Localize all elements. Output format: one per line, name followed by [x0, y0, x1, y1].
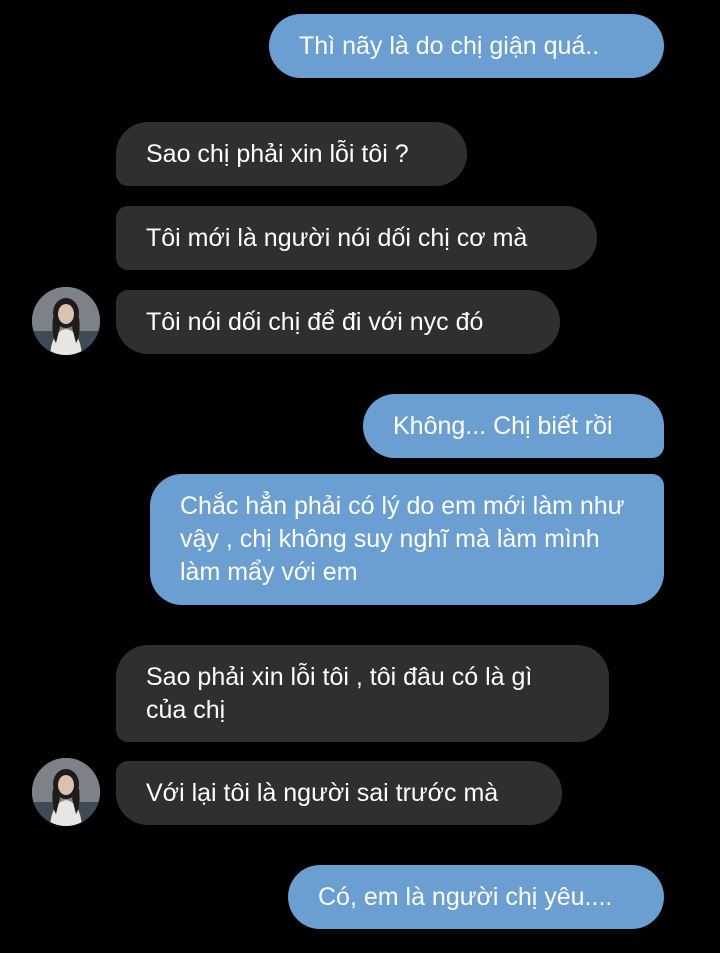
incoming-message[interactable]: Với lại tôi là người sai trước mà: [116, 761, 562, 825]
incoming-message[interactable]: Tôi mới là người nói dối chị cơ mà: [116, 206, 597, 270]
outgoing-message[interactable]: Chắc hẳn phải có lý do em mới làm như vậ…: [150, 474, 664, 605]
incoming-message[interactable]: Sao chị phải xin lỗi tôi ?: [116, 122, 467, 186]
outgoing-message[interactable]: Không... Chị biết rồi: [363, 394, 664, 458]
outgoing-message[interactable]: Có, em là người chị yêu....: [288, 865, 664, 929]
avatar-photo-icon: [32, 287, 100, 355]
outgoing-message[interactable]: Thì nãy là do chị giận quá..: [269, 14, 664, 78]
incoming-message[interactable]: Sao phải xin lỗi tôi , tôi đâu có là gì …: [116, 645, 609, 742]
contact-avatar[interactable]: [32, 287, 100, 355]
incoming-message[interactable]: Tôi nói dối chị để đi với nyc đó: [116, 290, 560, 354]
contact-avatar[interactable]: [32, 758, 100, 826]
avatar-photo-icon: [32, 758, 100, 826]
